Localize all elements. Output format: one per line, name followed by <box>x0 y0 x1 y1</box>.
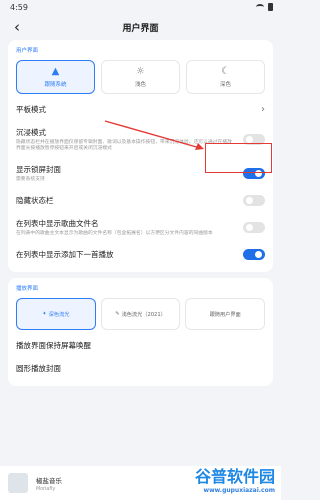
page-title: 用户界面 <box>122 23 159 34</box>
play-theme-light-flow[interactable]: ✎ 浅色流光（2021） <box>100 298 181 330</box>
show-add-next-title: 在列表中显示添加下一首播放 <box>16 250 114 259</box>
hide-statusbar-row[interactable]: 隐藏状态栏 <box>16 189 265 212</box>
watermark-url: www.gupuxiazai.com <box>203 487 275 494</box>
chevron-right-icon: › <box>261 104 265 115</box>
theme-option-dark[interactable]: ☾ 深色 <box>186 60 265 94</box>
keep-screen-row[interactable]: 播放界面保持屏幕唤醒 <box>16 334 265 357</box>
show-filename-title: 在列表中显示歌曲文件名 <box>16 219 99 228</box>
play-theme-dark-flow[interactable]: ✦ 深色流光 <box>16 298 96 330</box>
wifi-icon <box>256 4 264 10</box>
settings-screen: 4:59 ‹ 用户界面 用户界面 ▲ 跟随系统 ☼ 浅色 ☾ 深色 平板模式 ›… <box>0 0 281 500</box>
play-theme-label: 跟随用户界面 <box>209 311 241 318</box>
theme-selector: ▲ 跟随系统 ☼ 浅色 ☾ 深色 <box>16 60 265 94</box>
battery-icon <box>268 3 273 11</box>
status-icons <box>256 3 273 11</box>
show-add-next-switch[interactable] <box>243 249 265 260</box>
android-icon: ▲ <box>51 65 60 77</box>
lock-cover-desc: 需要系统支持 <box>16 177 45 182</box>
theme-option-label: 跟随系统 <box>44 81 67 88</box>
play-theme-selector: ✦ 深色流光 ✎ 浅色流光（2021） 跟随用户界面 <box>16 298 266 330</box>
round-cover-row[interactable]: 圆形播放封面 <box>16 357 265 380</box>
hide-statusbar-switch[interactable] <box>243 195 265 206</box>
red-annotation-box <box>205 143 272 173</box>
player-subtitle: Moriafly <box>36 486 56 492</box>
keep-screen-title: 播放界面保持屏幕唤醒 <box>16 341 91 350</box>
theme-option-system[interactable]: ▲ 跟随系统 <box>16 60 95 94</box>
play-theme-follow-ui[interactable]: 跟随用户界面 <box>185 298 266 330</box>
back-arrow-icon[interactable]: ‹ <box>8 18 26 36</box>
theme-option-label: 深色 <box>219 81 231 88</box>
show-filename-row[interactable]: 在列表中显示歌曲文件名 在列表中的歌曲主文本显示为歌曲的文件名称（包含拓展名）以… <box>16 212 265 243</box>
watermark-logo-text: 谷普软件园 <box>194 467 275 486</box>
brush-icon: ✎ <box>115 311 120 317</box>
section-label-ui: 用户界面 <box>16 48 39 54</box>
red-annotation-arrow <box>104 120 204 150</box>
status-bar: 4:59 <box>0 0 281 14</box>
player-title: 椒盐音乐 <box>36 476 62 485</box>
status-time: 4:59 <box>10 2 28 12</box>
play-settings-card: 播放界面 ✦ 深色流光 ✎ 浅色流光（2021） 跟随用户界面 播放界面保持屏幕… <box>8 278 273 386</box>
play-theme-label: 深色流光 <box>48 311 70 318</box>
watermark: 谷普软件园 www.gupuxiazai.com <box>195 463 275 494</box>
tablet-mode-title: 平板模式 <box>16 105 46 114</box>
sun-icon: ☼ <box>136 65 145 77</box>
show-filename-switch[interactable] <box>243 222 265 233</box>
show-filename-desc: 在列表中的歌曲主文本显示为歌曲的文件名称（包含拓展名）以方便区分文件内容的同曲版… <box>16 231 213 236</box>
moon-icon: ☾ <box>221 65 230 77</box>
hide-statusbar-title: 隐藏状态栏 <box>16 196 54 205</box>
theme-option-label: 浅色 <box>134 81 146 88</box>
app-bar: ‹ 用户界面 <box>0 14 281 40</box>
play-theme-label: 浅色流光（2021） <box>121 311 166 318</box>
sparkle-icon: ✦ <box>42 311 47 317</box>
album-cover[interactable] <box>8 473 28 493</box>
lock-cover-title: 显示锁屏封面 <box>16 165 61 174</box>
round-cover-title: 圆形播放封面 <box>16 364 61 373</box>
show-add-next-row[interactable]: 在列表中显示添加下一首播放 <box>16 243 265 266</box>
theme-option-light[interactable]: ☼ 浅色 <box>101 60 180 94</box>
section-label-play: 播放界面 <box>16 286 39 292</box>
